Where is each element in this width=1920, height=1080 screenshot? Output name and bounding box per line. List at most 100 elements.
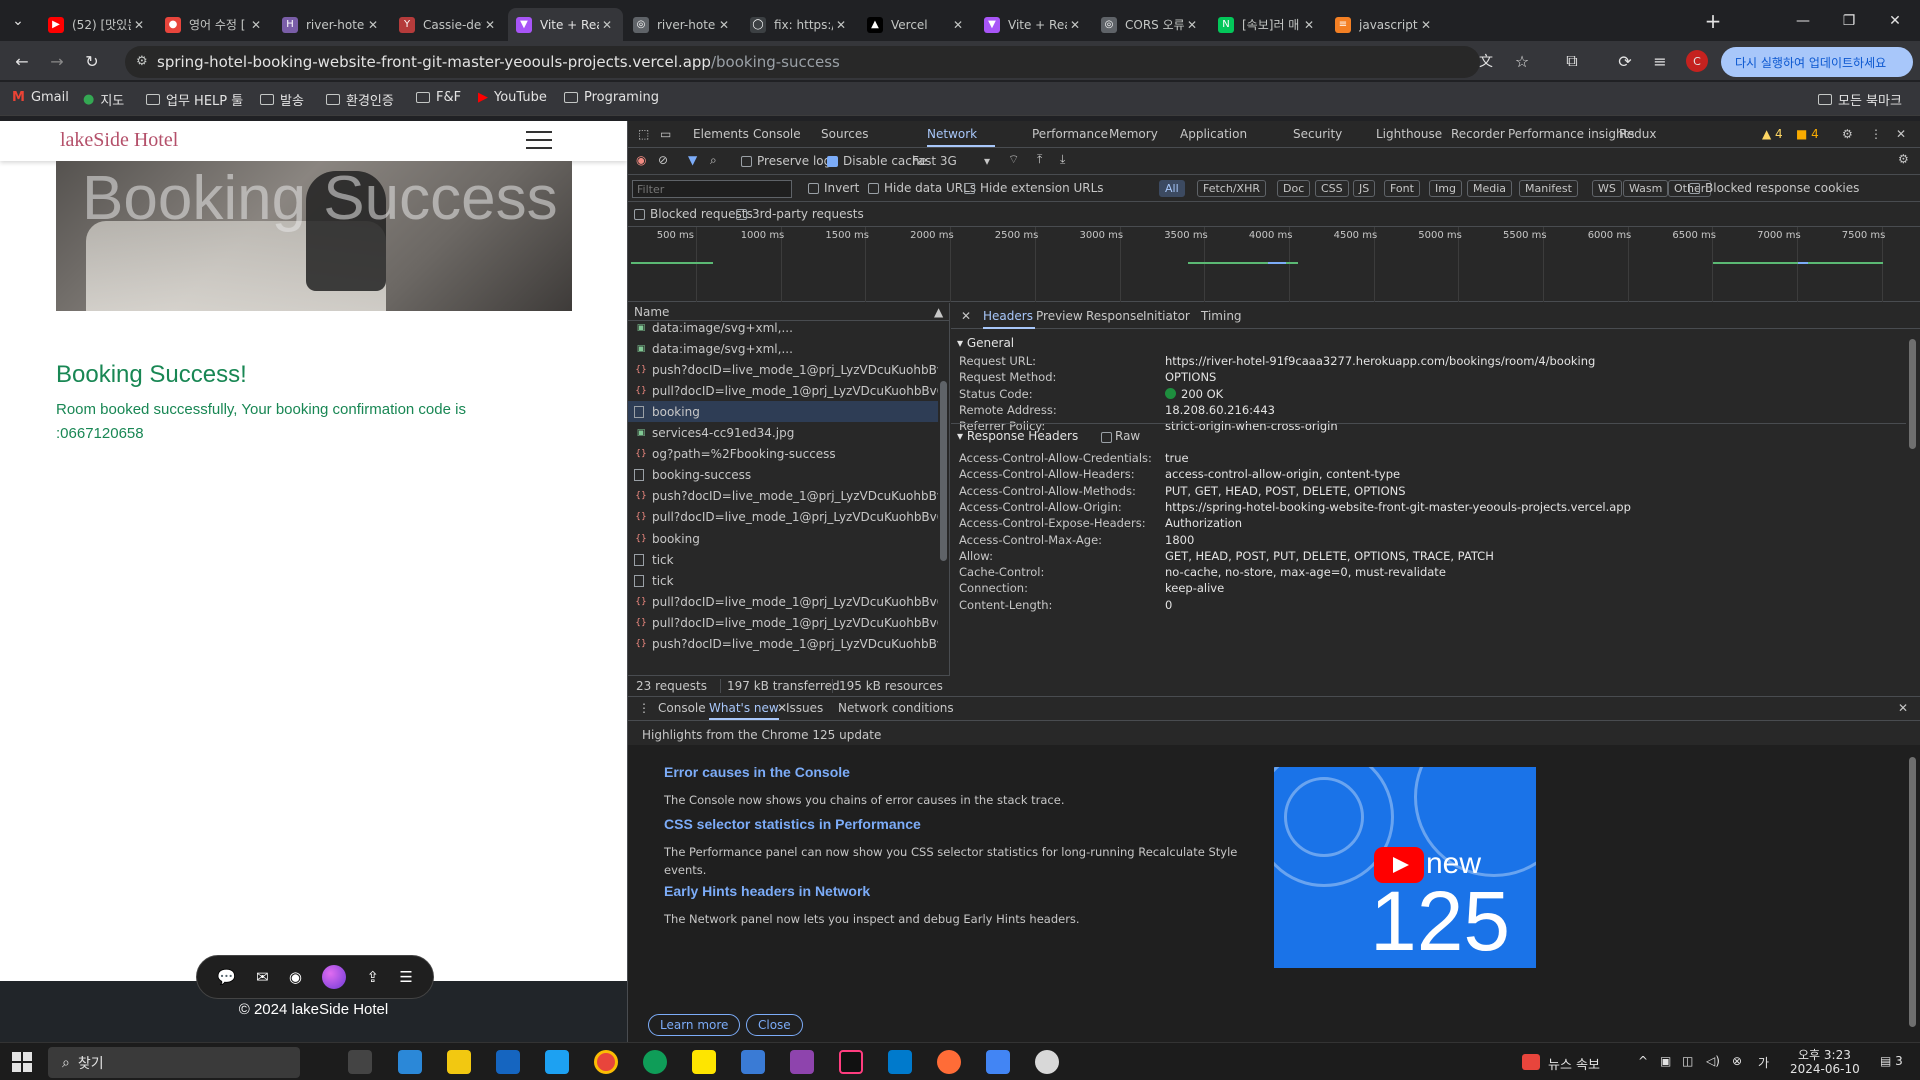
edge-app-icon[interactable] [643, 1050, 667, 1074]
close-devtools-icon[interactable]: ✕ [1896, 127, 1906, 141]
tab-close-icon[interactable]: ✕ [599, 18, 615, 32]
settings-gear-icon[interactable]: ⚙ [1842, 127, 1853, 141]
devtools-tab-application[interactable]: Application [1180, 127, 1247, 141]
general-section-header[interactable]: ▾ General [957, 336, 1014, 350]
bookmark-folder-send[interactable]: 발송 [260, 90, 304, 109]
type-filter-fetchxhr[interactable]: Fetch/XHR [1197, 180, 1266, 197]
clock-date[interactable]: 2024-06-10 [1790, 1062, 1860, 1076]
file-explorer-icon[interactable] [447, 1050, 471, 1074]
hide-ext-urls-checkbox[interactable] [964, 183, 975, 194]
comment-icon[interactable]: 💬 [217, 968, 236, 986]
notification-icon[interactable]: ▤ 3 [1880, 1054, 1903, 1068]
tab-search-icon[interactable]: ⌄ [0, 0, 36, 41]
close-detail-icon[interactable]: ✕ [961, 309, 971, 323]
browser-tab[interactable]: ▼ Vite + React✕ [976, 8, 1091, 41]
volume-icon[interactable]: ◁) [1706, 1054, 1720, 1068]
devtools-tab-network[interactable]: Network [927, 127, 977, 141]
windows-start-icon[interactable] [12, 1052, 32, 1072]
clock-time[interactable]: 오후 3:23 [1798, 1046, 1851, 1063]
type-filter-css[interactable]: CSS [1315, 180, 1349, 197]
search-icon[interactable]: ⌕ [710, 153, 717, 168]
tab-close-icon[interactable]: ✕ [482, 18, 498, 32]
app-icon[interactable] [545, 1050, 569, 1074]
browser-tab[interactable]: ≡ javascript -✕ [1327, 8, 1442, 41]
request-row[interactable]: {} pull?docID=live_mode_1@prj_LyzVDcuKuoh… [628, 612, 938, 633]
request-row[interactable]: {} push?docID=live_mode_1@prj_LyzVDcuKuoh… [628, 486, 938, 507]
app-icon[interactable] [741, 1050, 765, 1074]
app-icon[interactable] [496, 1050, 520, 1074]
devtools-tab-console[interactable]: Console [753, 127, 801, 141]
drawer-tab-issues[interactable]: Issues [786, 701, 823, 715]
devtools-tab-performance-insights[interactable]: Performance insights [1508, 127, 1635, 141]
tab-close-icon[interactable]: ✕ [1301, 18, 1317, 32]
scrollbar-thumb[interactable] [1909, 339, 1916, 449]
drawer-scrollbar[interactable] [1906, 745, 1918, 1043]
detail-scrollbar[interactable] [1906, 329, 1918, 695]
bookmark-youtube[interactable]: ▶ YouTube [478, 90, 547, 105]
warnings-count[interactable]: ▲ 4 [1762, 127, 1783, 141]
profile-avatar[interactable]: C [1683, 47, 1711, 75]
preserve-log-checkbox[interactable] [741, 156, 752, 167]
learn-more-button[interactable]: Learn more [648, 1014, 741, 1036]
devtools-tab-elements[interactable]: Elements [693, 127, 749, 141]
all-bookmarks[interactable]: 모든 북마크 [1818, 90, 1902, 109]
tab-close-icon[interactable]: ✕ [1184, 18, 1200, 32]
tab-close-icon[interactable]: ✕ [1067, 18, 1083, 32]
request-row[interactable]: tick [628, 570, 938, 591]
type-filter-all[interactable]: All [1159, 180, 1185, 197]
request-row[interactable]: booking [628, 401, 938, 423]
ime-icon[interactable]: 가 [1758, 1054, 1769, 1071]
request-row[interactable]: tick [628, 549, 938, 570]
bookmark-folder-ff[interactable]: F&F [416, 90, 461, 105]
type-filter-manifest[interactable]: Manifest [1519, 180, 1578, 197]
type-filter-wasm[interactable]: Wasm [1623, 180, 1669, 197]
blocked-requests-checkbox[interactable] [634, 209, 645, 220]
intellij-app-icon[interactable] [839, 1050, 863, 1074]
device-toolbar-icon[interactable]: ▭ [660, 127, 671, 141]
drawer-tab-what-s-new[interactable]: What's new [709, 701, 779, 720]
devtools-tab-recorder[interactable]: Recorder [1451, 127, 1505, 141]
type-filter-ws[interactable]: WS [1592, 180, 1622, 197]
scrollbar-thumb[interactable] [1909, 757, 1916, 1027]
browser-tab[interactable]: Hriver-hotel ✕ [274, 8, 389, 41]
issues-count[interactable]: ■ 4 [1796, 127, 1819, 141]
drawer-menu-icon[interactable]: ⋮ [638, 701, 650, 715]
detail-tab-timing[interactable]: Timing [1201, 309, 1242, 323]
assistant-orb-icon[interactable] [322, 965, 347, 989]
tab-close-icon[interactable]: ✕ [950, 18, 966, 32]
share-icon[interactable]: ⇪ [367, 968, 380, 986]
close-window-button[interactable]: ✕ [1872, 0, 1918, 41]
request-row[interactable]: ▣ data:image/svg+xml,... [628, 338, 938, 359]
task-view-icon[interactable] [348, 1050, 372, 1074]
news-icon[interactable] [1522, 1054, 1540, 1070]
whats-new-item-title[interactable]: CSS selector statistics in Performance [664, 816, 921, 832]
tray-chevron-icon[interactable]: ^ [1638, 1054, 1648, 1068]
tab-close-icon[interactable]: ✕ [833, 18, 849, 32]
browser-tab[interactable]: ▼ Vite + React✕ [508, 8, 623, 41]
detail-tab-headers[interactable]: Headers [983, 309, 1033, 323]
request-row[interactable]: booking-success [628, 465, 938, 486]
devtools-tab-sources[interactable]: Sources [821, 127, 868, 141]
sync-icon[interactable]: ⟳ [1611, 47, 1639, 75]
bookmark-folder-programing[interactable]: Programing [564, 90, 659, 105]
throttle-select[interactable]: Fast 3G [912, 154, 957, 168]
type-filter-js[interactable]: JS [1353, 180, 1376, 197]
drawer-tab-network-conditions[interactable]: Network conditions [838, 701, 954, 715]
filter-input[interactable] [632, 180, 792, 198]
request-row[interactable]: {} push?docID=live_mode_1@prj_LyzVDcuKuoh… [628, 359, 938, 380]
export-har-icon[interactable]: ⤓ [1060, 152, 1065, 167]
view-icon[interactable]: ◉ [289, 968, 302, 986]
update-button[interactable]: 다시 실행하여 업데이트하세요 [1721, 47, 1913, 77]
browser-tab[interactable]: ◎ river-hotel-9✕ [625, 8, 740, 41]
devtools-tab-redux[interactable]: Redux [1619, 127, 1657, 141]
request-row[interactable]: {} pull?docID=live_mode_1@prj_LyzVDcuKuoh… [628, 591, 938, 612]
tab-close-icon[interactable]: ✕ [248, 18, 264, 32]
browser-tab[interactable]: ◎ CORS 오류 ✕ [1093, 8, 1208, 41]
detail-tab-response[interactable]: Response [1086, 309, 1144, 323]
browser-tab[interactable]: ◯ fix: https://✕ [742, 8, 857, 41]
clear-icon[interactable]: ⊘ [658, 153, 668, 167]
disable-cache-checkbox[interactable] [827, 156, 838, 167]
network-settings-icon[interactable]: ⚙ [1898, 152, 1909, 166]
type-filter-doc[interactable]: Doc [1277, 180, 1311, 197]
back-icon[interactable]: ← [8, 47, 36, 75]
